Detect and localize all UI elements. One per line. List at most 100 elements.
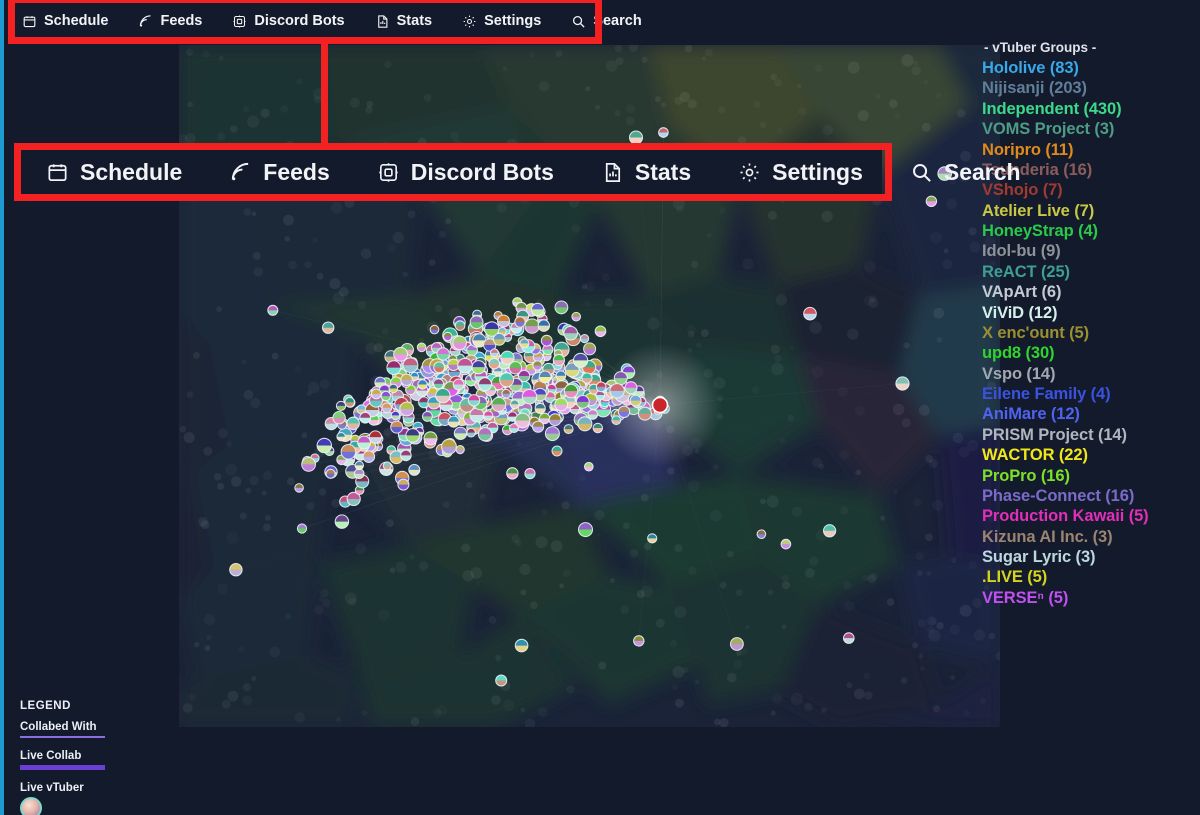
vtuber-node[interactable] xyxy=(335,400,347,412)
vtuber-node[interactable] xyxy=(514,316,526,328)
vtuber-node[interactable] xyxy=(399,401,415,417)
zoom-nav-item-feeds[interactable]: Feeds xyxy=(229,159,330,186)
vtuber-node[interactable] xyxy=(454,320,466,331)
vtuber-node[interactable] xyxy=(400,449,412,462)
vtuber-node[interactable] xyxy=(452,335,468,351)
vtuber-node[interactable] xyxy=(370,388,382,400)
vtuber-node[interactable] xyxy=(563,424,574,435)
vtuber-node[interactable] xyxy=(540,334,553,347)
vtuber-node[interactable] xyxy=(477,377,493,392)
vtuber-node[interactable] xyxy=(544,426,560,442)
vtuber-node[interactable] xyxy=(421,410,433,422)
vtuber-node[interactable] xyxy=(316,437,333,454)
vtuber-node[interactable] xyxy=(842,632,855,644)
group-legend-item[interactable]: ReACT (25) xyxy=(982,262,1194,282)
group-legend-item[interactable]: Kizuna AI Inc. (3) xyxy=(982,527,1194,547)
vtuber-node[interactable] xyxy=(571,311,582,322)
vtuber-node[interactable] xyxy=(496,314,511,328)
group-legend-item[interactable]: Phase-Connect (16) xyxy=(982,486,1194,506)
vtuber-node[interactable] xyxy=(508,361,523,375)
vtuber-node[interactable] xyxy=(595,381,607,393)
vtuber-node[interactable] xyxy=(359,411,372,424)
group-legend-item[interactable]: VOMS Project (3) xyxy=(982,119,1194,139)
group-legend-item[interactable]: Eilene Family (4) xyxy=(982,384,1194,404)
vtuber-node[interactable] xyxy=(617,405,631,419)
vtuber-node[interactable] xyxy=(491,396,507,412)
vtuber-node[interactable] xyxy=(388,383,399,394)
groups-list[interactable]: Hololive (83) Nijisanji (203) Independent … xyxy=(982,58,1194,608)
vtuber-node[interactable] xyxy=(489,348,499,358)
vtuber-node[interactable] xyxy=(551,445,563,457)
vtuber-node[interactable] xyxy=(442,331,453,342)
group-legend-item[interactable]: Vspo (14) xyxy=(982,364,1194,384)
vtuber-node[interactable] xyxy=(336,431,346,442)
vtuber-node[interactable] xyxy=(321,321,335,334)
vtuber-node[interactable] xyxy=(581,372,593,384)
vtuber-node[interactable] xyxy=(381,402,393,414)
vtuber-node[interactable] xyxy=(408,463,421,476)
group-legend-item[interactable]: VERSEⁿ (5) xyxy=(982,588,1194,608)
vtuber-node[interactable] xyxy=(628,130,644,145)
vtuber-node[interactable] xyxy=(530,302,545,317)
vtuber-node[interactable] xyxy=(417,379,428,390)
vtuber-node[interactable] xyxy=(822,524,837,538)
group-legend-item[interactable]: Hololive (83) xyxy=(982,58,1194,78)
vtuber-node[interactable] xyxy=(563,325,579,341)
vtuber-node[interactable] xyxy=(514,638,529,653)
group-legend-item[interactable]: X enc'ount (5) xyxy=(982,323,1194,343)
vtuber-node[interactable] xyxy=(346,416,360,431)
vtuber-node[interactable] xyxy=(340,443,357,460)
vtuber-node[interactable] xyxy=(506,467,519,480)
vtuber-node[interactable] xyxy=(579,333,590,344)
nav-item-settings[interactable]: Settings xyxy=(462,13,541,29)
vtuber-node[interactable] xyxy=(658,127,669,138)
vtuber-node[interactable] xyxy=(380,390,392,402)
vtuber-node[interactable] xyxy=(432,378,445,390)
vtuber-node[interactable] xyxy=(499,372,515,388)
vtuber-node[interactable] xyxy=(488,357,501,370)
group-legend-item[interactable]: HoneyStrap (4) xyxy=(982,221,1194,241)
vtuber-node[interactable] xyxy=(501,388,512,399)
group-legend-item[interactable]: PRISM Project (14) xyxy=(982,425,1194,445)
vtuber-node[interactable] xyxy=(386,360,402,376)
vtuber-node[interactable] xyxy=(514,412,531,429)
vtuber-node[interactable] xyxy=(441,438,457,455)
vtuber-node[interactable] xyxy=(357,435,372,450)
vtuber-node[interactable] xyxy=(423,431,438,446)
vtuber-node[interactable] xyxy=(495,674,508,687)
vtuber-node[interactable] xyxy=(583,342,597,356)
vtuber-node[interactable] xyxy=(729,637,744,651)
vtuber-node[interactable] xyxy=(524,467,536,480)
group-legend-item[interactable]: WACTOR (22) xyxy=(982,445,1194,465)
group-legend-item[interactable]: VApArt (6) xyxy=(982,282,1194,302)
vtuber-node[interactable] xyxy=(353,468,365,480)
vtuber-node[interactable] xyxy=(803,306,817,321)
vtuber-node[interactable] xyxy=(555,370,567,382)
vtuber-node[interactable] xyxy=(455,444,465,455)
zoom-nav-item-schedule[interactable]: Schedule xyxy=(46,159,182,186)
vtuber-node[interactable] xyxy=(344,396,356,408)
vtuber-node[interactable] xyxy=(548,413,562,427)
vtuber-node[interactable] xyxy=(452,378,465,391)
nav-item-feeds[interactable]: Feeds xyxy=(138,13,202,29)
vtuber-node[interactable] xyxy=(296,523,308,534)
nav-item-discord-bots[interactable]: Discord Bots xyxy=(232,13,345,29)
vtuber-node[interactable] xyxy=(521,388,538,405)
vtuber-node[interactable] xyxy=(435,387,451,404)
zoom-nav-item-stats[interactable]: Stats xyxy=(601,159,691,186)
group-legend-item[interactable]: Independent (430) xyxy=(982,99,1194,119)
vtuber-node[interactable] xyxy=(647,533,658,544)
vtuber-node[interactable] xyxy=(382,461,392,471)
vtuber-node[interactable] xyxy=(572,352,589,369)
collab-network-graph[interactable] xyxy=(179,45,1000,727)
vtuber-node[interactable] xyxy=(592,422,604,434)
vtuber-node[interactable] xyxy=(467,394,481,407)
nav-item-schedule[interactable]: Schedule xyxy=(22,13,108,29)
vtuber-node[interactable] xyxy=(492,332,506,346)
vtuber-node[interactable] xyxy=(433,361,446,374)
vtuber-node[interactable] xyxy=(447,415,460,428)
nav-item-stats[interactable]: Stats xyxy=(375,13,432,29)
vtuber-node[interactable] xyxy=(390,410,401,421)
vtuber-node[interactable] xyxy=(577,522,594,538)
group-legend-item[interactable]: Atelier Live (7) xyxy=(982,201,1194,221)
